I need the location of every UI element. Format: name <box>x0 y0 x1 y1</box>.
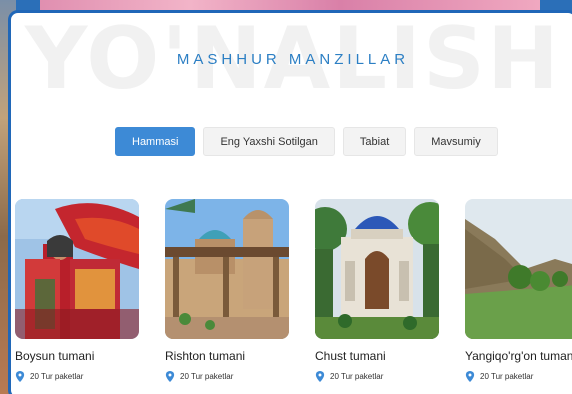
destination-meta: 20 Tur paketlar <box>15 371 139 382</box>
destination-photo[interactable] <box>465 199 572 339</box>
destination-name[interactable]: Boysun tumani <box>15 349 139 363</box>
package-count: 20 Tur paketlar <box>480 372 534 381</box>
filter-tabs: Hammasi Eng Yaxshi Sotilgan Tabiat Mavsu… <box>115 127 498 156</box>
destination-photo[interactable] <box>165 199 289 339</box>
package-count: 20 Tur paketlar <box>330 372 384 381</box>
destination-card-boysun[interactable]: Boysun tumani 20 Tur paketlar <box>15 199 139 382</box>
map-pin-icon <box>165 371 175 382</box>
destination-name[interactable]: Chust tumani <box>315 349 439 363</box>
map-pin-icon <box>15 371 25 382</box>
map-pin-icon <box>315 371 325 382</box>
destinations-card: YO'NALISH MASHHUR MANZILLAR Hammasi Eng … <box>8 10 572 394</box>
destination-meta: 20 Tur paketlar <box>165 371 289 382</box>
tab-best-sellers[interactable]: Eng Yaxshi Sotilgan <box>203 127 335 156</box>
destination-card-rishton[interactable]: Rishton tumani 20 Tur paketlar <box>165 199 289 382</box>
package-count: 20 Tur paketlar <box>180 372 234 381</box>
destination-card-yangiqorgon[interactable]: Yangiqo'rg'on tumani 20 Tur paketlar <box>465 199 572 382</box>
destination-meta: 20 Tur paketlar <box>465 371 572 382</box>
tab-all[interactable]: Hammasi <box>115 127 196 156</box>
destination-meta: 20 Tur paketlar <box>315 371 439 382</box>
section-title: MASHHUR MANZILLAR <box>176 51 410 68</box>
destination-name[interactable]: Rishton tumani <box>165 349 289 363</box>
destination-photo[interactable] <box>315 199 439 339</box>
map-pin-icon <box>465 371 475 382</box>
destination-photo[interactable] <box>15 199 139 339</box>
package-count: 20 Tur paketlar <box>30 372 84 381</box>
tab-seasonal[interactable]: Mavsumiy <box>414 127 498 156</box>
destination-card-chust[interactable]: Chust tumani 20 Tur paketlar <box>315 199 439 382</box>
destination-name[interactable]: Yangiqo'rg'on tumani <box>465 349 572 363</box>
tab-nature[interactable]: Tabiat <box>342 127 407 156</box>
